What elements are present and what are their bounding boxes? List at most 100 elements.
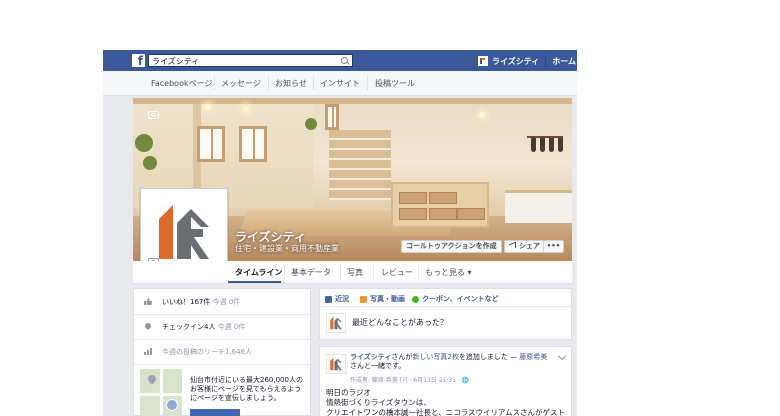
- post-body: 明日のラジオ 情熱街づくりライズタウンは、 クリエイトワンの橋本誠一社長と、ニコ…: [326, 388, 566, 416]
- active-tab-indicator: [228, 281, 281, 283]
- photo-icon: [360, 295, 367, 303]
- search-input[interactable]: ライズシティ: [148, 54, 353, 67]
- tab-photos[interactable]: 写真: [347, 267, 363, 278]
- admin-nav-messages[interactable]: メッセージ: [221, 78, 261, 89]
- divider: [373, 265, 374, 279]
- post-author-avatar[interactable]: [326, 354, 346, 374]
- shelf-box: [399, 208, 427, 220]
- post-body-line: 情熱街づくりライズタウンは、: [326, 398, 431, 407]
- share-icon: [509, 241, 516, 251]
- page-avatar-icon[interactable]: [478, 56, 488, 66]
- cover-window: [197, 126, 225, 162]
- weekly-reach: 今週の投稿のリーチ1,646人: [162, 348, 253, 356]
- map-thumbnail[interactable]: [140, 369, 182, 415]
- map-pin-icon: [146, 373, 158, 385]
- thumbs-up-icon: [144, 298, 152, 305]
- likes-weekly: 今週 0件: [212, 298, 241, 306]
- stair-railing: [329, 130, 391, 200]
- post-options-chevron-icon[interactable]: [557, 351, 567, 361]
- shelf-box: [399, 192, 427, 204]
- promote-button[interactable]: [190, 409, 240, 416]
- share-button[interactable]: シェア: [504, 240, 545, 253]
- tab-timeline[interactable]: タイムライン: [235, 267, 282, 278]
- wooden-shelf: [391, 182, 489, 228]
- likes-count: いいね！167件 今週 0件: [162, 297, 240, 307]
- page-stats-card: いいね！167件 今週 0件 チェックイン4人 今週 0件 今週の投稿のリーチ1…: [133, 288, 311, 416]
- tab-about[interactable]: 基本データ: [291, 267, 331, 278]
- admin-nav-insights[interactable]: インサイト: [320, 78, 360, 89]
- divider: [545, 56, 547, 66]
- call-to-action-button[interactable]: コールトゥアクションを作成: [401, 240, 502, 253]
- tab-more[interactable]: もっと見る ▾: [425, 267, 472, 278]
- offer-icon: [412, 295, 419, 303]
- composer-tab-photo-label: 写真・動画: [370, 295, 405, 303]
- post-header: ライズシティさんが新しい写真2枚を追加しました — 藤原希美さんと一緒です。: [350, 353, 550, 371]
- post-with-tail: さんと一緒です。: [350, 362, 406, 370]
- divider: [313, 76, 314, 90]
- ceiling-lamp: [205, 104, 211, 110]
- page-admin-nav: Facebookページ メッセージ お知らせ インサイト 投稿ツール: [103, 71, 577, 96]
- tagged-person-link[interactable]: 藤原希美: [519, 353, 547, 361]
- checkins-count: チェックイン4人 今週 0件: [162, 322, 245, 332]
- checkins-row[interactable]: チェックイン4人 今週 0件: [134, 314, 310, 340]
- plant: [135, 134, 153, 152]
- divider: [367, 76, 368, 90]
- page-tabs: タイムライン 基本データ 写真 レビュー もっと見る ▾: [133, 261, 572, 284]
- checkins-weekly: 今週 0件: [217, 323, 246, 331]
- pan: [549, 138, 554, 152]
- divider: [284, 265, 285, 279]
- plant: [143, 156, 157, 170]
- post-body-line: 明日のラジオ: [326, 388, 371, 397]
- kitchen-counter: [505, 190, 572, 223]
- page-category[interactable]: 住宅・建設業・商用不動産業: [235, 243, 339, 254]
- page-name-link[interactable]: ライズシティ: [492, 56, 539, 67]
- share-label: シェア: [519, 242, 540, 250]
- likes-row[interactable]: いいね！167件 今週 0件: [134, 289, 310, 315]
- person-icon: [166, 399, 178, 411]
- cover-camera-icon[interactable]: [148, 111, 159, 119]
- shelf-box: [429, 192, 457, 204]
- admin-nav-page[interactable]: Facebookページ: [151, 78, 212, 89]
- bar-chart-icon: [144, 348, 152, 355]
- post-action-text: さんが: [391, 353, 413, 361]
- post-photos-link[interactable]: 新しい写真2枚: [412, 353, 458, 361]
- composer-tab-offer-event[interactable]: クーポン、イベントなど: [412, 294, 499, 304]
- likes-label: いいね！167件: [162, 298, 211, 306]
- pan: [531, 138, 536, 152]
- post-body-line: クリエイトワンの橋本誠一社長と、ニコラスウイリアムスさんがゲストで: [326, 408, 566, 416]
- cover-window: [325, 104, 339, 130]
- map-road: [160, 369, 163, 415]
- composer-tab-status-label: 近況: [335, 295, 349, 303]
- rise-city-logo-icon: [330, 316, 342, 330]
- checkin-icon: [145, 323, 151, 330]
- facebook-page-window: f ライズシティ ライズシティ ホーム Facebookページ メッセージ お知…: [103, 50, 577, 416]
- composer-input[interactable]: 最近どんなことがあった？: [352, 317, 448, 328]
- top-right-links: ライズシティ ホーム: [478, 55, 576, 67]
- cover-window: [239, 126, 267, 162]
- top-navigation-bar: f ライズシティ ライズシティ ホーム: [103, 50, 577, 72]
- post-author-link[interactable]: ライズシティ: [350, 353, 391, 361]
- composer-tabs: 近況 写真・動画 クーポン、イベントなど: [320, 289, 571, 307]
- admin-nav-publishing-tools[interactable]: 投稿ツール: [375, 78, 415, 89]
- shelf-box: [457, 208, 485, 220]
- composer-avatar: [326, 313, 346, 333]
- post-action-tail: を追加しました —: [458, 353, 520, 361]
- rise-city-logo-icon: [330, 357, 342, 371]
- composer-tab-status[interactable]: 近況: [325, 294, 349, 304]
- search-icon[interactable]: [341, 57, 348, 64]
- admin-nav-notifications[interactable]: お知らせ: [275, 78, 307, 89]
- home-link[interactable]: ホーム: [552, 56, 576, 67]
- post-meta: 作成者: 藤原 希美 [?] · 6月13日 21:31 · 🌐: [350, 377, 470, 384]
- tab-reviews[interactable]: レビュー: [381, 267, 413, 278]
- divider: [340, 265, 341, 279]
- more-options-button[interactable]: •••: [543, 240, 564, 253]
- shelf-box: [429, 208, 457, 220]
- facebook-logo-icon[interactable]: f: [132, 54, 145, 67]
- status-composer: 近況 写真・動画 クーポン、イベントなど 最近どんなことがあった？: [319, 288, 572, 340]
- reach-row[interactable]: 今週の投稿のリーチ1,646人: [134, 339, 310, 365]
- pan: [558, 138, 563, 152]
- divider: [268, 76, 269, 90]
- checkins-label: チェックイン4人: [162, 323, 216, 331]
- composer-tab-photo-video[interactable]: 写真・動画: [360, 294, 405, 304]
- divider: [214, 76, 215, 90]
